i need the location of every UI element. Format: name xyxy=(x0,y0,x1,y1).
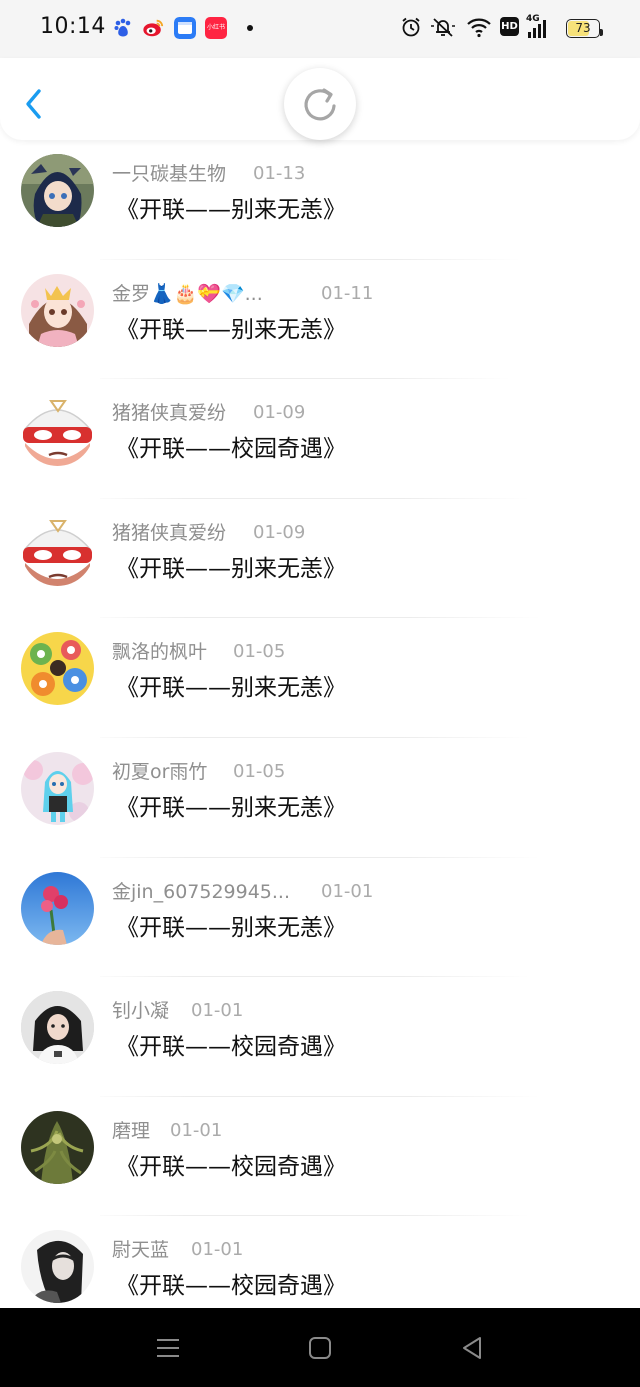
user-name: 飘洛的枫叶 xyxy=(112,641,208,664)
user-name: 金jin_607529945... xyxy=(112,880,291,903)
work-title: 《开联——别来无恙》 xyxy=(116,197,346,223)
work-title: 《开联——别来无恙》 xyxy=(116,675,346,702)
chevron-left-icon xyxy=(26,89,41,119)
post-date: 01-11 xyxy=(321,282,374,304)
avatar[interactable] xyxy=(21,632,94,706)
wifi-icon xyxy=(467,18,491,38)
screen: 10:14 小红书 HD 4G 73 一只碳基生物 01-13 《开联——别来无… xyxy=(0,0,640,1387)
list-item[interactable]: 一只碳基生物 01-13 《开联——别来无恙》 xyxy=(0,140,640,260)
menu-icon[interactable] xyxy=(154,1334,182,1362)
refresh-icon xyxy=(304,88,336,121)
hd-badge: HD xyxy=(500,17,519,36)
avatar[interactable] xyxy=(21,393,94,467)
avatar[interactable] xyxy=(21,1230,94,1304)
work-title: 《开联——校园奇遇》 xyxy=(116,1034,346,1061)
user-name: 猪猪侠真爱纷 xyxy=(112,521,227,544)
weibo-icon xyxy=(143,19,164,37)
files-app-icon xyxy=(174,17,196,39)
user-name: 尉天蓝 xyxy=(112,1239,170,1262)
list-item[interactable]: 飘洛的枫叶 01-05 《开联——别来无恙》 xyxy=(0,618,640,738)
list-item[interactable]: 猪猪侠真爱纷 01-09 《开联——校园奇遇》 xyxy=(0,379,640,499)
post-date: 01-05 xyxy=(233,641,286,663)
battery-icon: 73 xyxy=(566,19,603,38)
navigation-bar xyxy=(0,1308,640,1387)
header xyxy=(0,58,640,140)
status-time: 10:14 xyxy=(40,14,106,39)
user-name: 钊小凝 xyxy=(112,1000,170,1023)
avatar[interactable] xyxy=(21,871,94,945)
work-title: 《开联——校园奇遇》 xyxy=(116,1273,346,1300)
post-date: 01-13 xyxy=(253,163,306,184)
work-title: 《开联——别来无恙》 xyxy=(116,316,346,343)
post-date: 01-01 xyxy=(170,1119,223,1141)
alarm-icon xyxy=(402,17,420,37)
user-name: 金罗👗🎂💝💎... xyxy=(112,282,263,305)
post-date: 01-09 xyxy=(253,402,306,424)
work-title: 《开联——校园奇遇》 xyxy=(116,436,346,463)
avatar[interactable] xyxy=(21,751,94,825)
work-title: 《开联——别来无恙》 xyxy=(116,555,346,582)
list-item[interactable]: 猪猪侠真爱纷 01-09 《开联——别来无恙》 xyxy=(0,499,640,619)
work-title: 《开联——校园奇遇》 xyxy=(116,1153,346,1180)
signal-icon: 4G xyxy=(526,14,554,40)
work-title: 《开联——别来无恙》 xyxy=(116,794,346,821)
avatar[interactable] xyxy=(21,154,94,227)
post-date: 01-01 xyxy=(321,880,374,902)
baidu-icon xyxy=(114,18,131,37)
avatar[interactable] xyxy=(21,991,94,1065)
user-name: 初夏or雨竹 xyxy=(112,760,208,783)
battery-level: 73 xyxy=(575,21,591,35)
mute-icon xyxy=(431,18,455,37)
refresh-button[interactable] xyxy=(284,68,356,140)
avatar[interactable] xyxy=(21,1110,94,1184)
post-date: 01-01 xyxy=(191,1239,244,1261)
post-date: 01-05 xyxy=(233,760,286,782)
post-date: 01-09 xyxy=(253,521,306,543)
comment-list: 一只碳基生物 01-13 《开联——别来无恙》 金罗👗🎂💝💎... 01-11 … xyxy=(0,140,640,1336)
avatar[interactable] xyxy=(21,512,94,586)
dot-icon xyxy=(247,25,253,31)
work-title: 《开联——别来无恙》 xyxy=(116,914,346,941)
user-name: 猪猪侠真爱纷 xyxy=(112,402,227,425)
back-button[interactable] xyxy=(16,84,52,124)
xiaohongshu-label: 小红书 xyxy=(206,24,225,31)
list-item[interactable]: 金jin_607529945... 01-01 《开联——别来无恙》 xyxy=(0,858,640,978)
back-triangle-icon[interactable] xyxy=(458,1334,486,1362)
list-item[interactable]: 磨理 01-01 《开联——校园奇遇》 xyxy=(0,1097,640,1217)
status-icons: HD 4G 73 xyxy=(400,14,603,42)
network-label: 4G xyxy=(526,14,540,24)
post-date: 01-01 xyxy=(191,1000,244,1022)
list-item[interactable]: 钊小凝 01-01 《开联——校园奇遇》 xyxy=(0,977,640,1097)
xiaohongshu-icon: 小红书 xyxy=(205,17,227,39)
user-name: 一只碳基生物 xyxy=(112,163,227,185)
list-item[interactable]: 初夏or雨竹 01-05 《开联——别来无恙》 xyxy=(0,738,640,858)
avatar[interactable] xyxy=(21,273,94,347)
home-square-icon[interactable] xyxy=(306,1334,334,1362)
user-name: 磨理 xyxy=(112,1119,151,1142)
list-item[interactable]: 金罗👗🎂💝💎... 01-11 《开联——别来无恙》 xyxy=(0,260,640,380)
